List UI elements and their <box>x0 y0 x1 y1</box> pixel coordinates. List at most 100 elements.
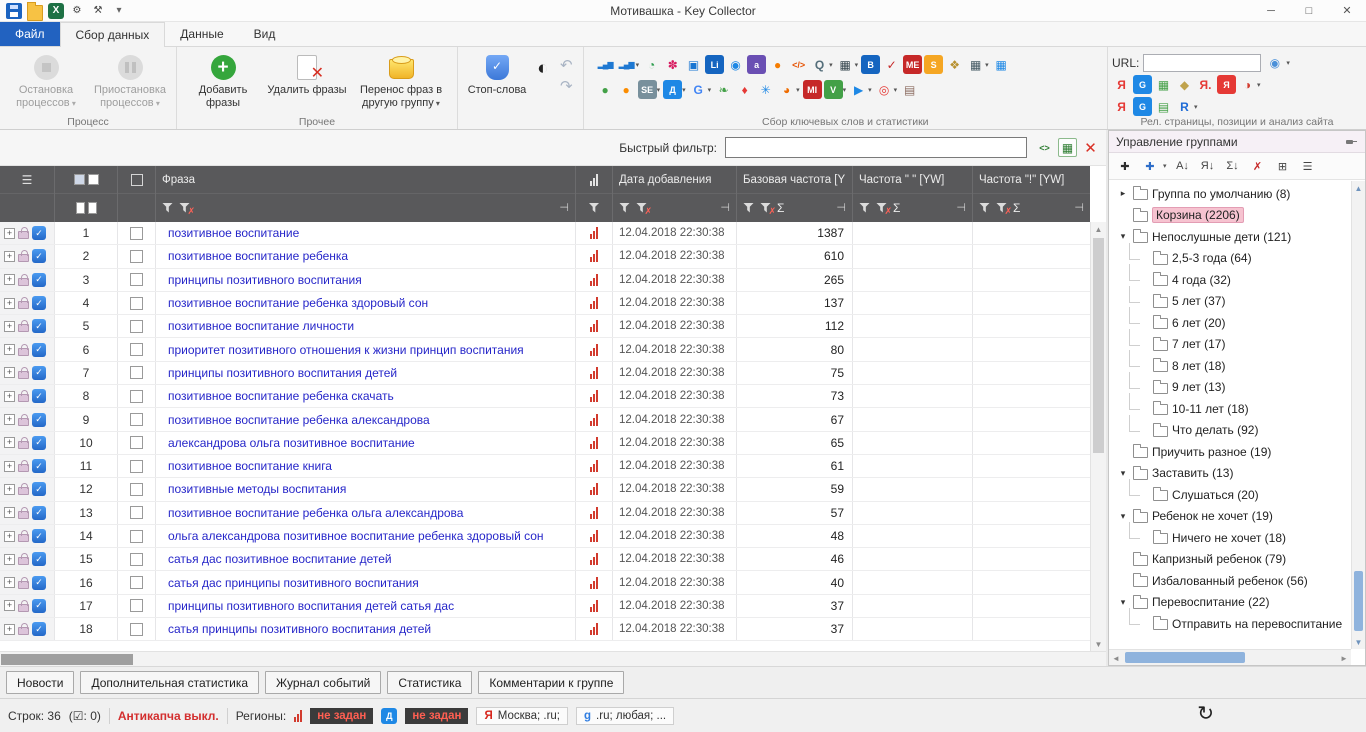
tree-down-arrow-icon[interactable]: ▾ <box>1117 511 1129 522</box>
dropdown-arrow-icon[interactable]: ▾ <box>868 86 872 94</box>
bottom-tab[interactable]: Журнал событий <box>265 671 382 694</box>
metrika-icon[interactable]: ● <box>596 80 615 99</box>
tree-down-arrow-icon[interactable]: ▾ <box>1117 597 1129 608</box>
kei-column-icon[interactable] <box>590 173 598 186</box>
table-row[interactable]: + ✓ 17 принципы позитивного воспитания де… <box>0 594 1090 619</box>
row-checkbox[interactable] <box>130 366 143 380</box>
column-pin-icon[interactable]: ⊣ <box>1074 201 1084 214</box>
row-lock-icon[interactable] <box>18 436 29 449</box>
filter-clear-icon[interactable]: ✗ <box>636 202 652 216</box>
refresh-spinner-icon[interactable]: ↻ <box>1197 704 1214 724</box>
firefox-icon[interactable]: ◕ <box>777 80 796 99</box>
scroll-left-icon[interactable]: ◄ <box>1109 650 1123 666</box>
maximize-button[interactable]: □ <box>1290 0 1328 21</box>
row-lock-icon[interactable] <box>18 460 29 473</box>
redo-icon[interactable]: ↷ <box>560 79 573 94</box>
phrase-cell[interactable]: позитивное воспитание <box>156 222 576 245</box>
pepper-icon[interactable]: ♦ <box>735 80 754 99</box>
bricks-icon[interactable]: ▤ <box>900 80 919 99</box>
row-expand-icon[interactable]: + <box>4 390 15 402</box>
table-row[interactable]: + ✓ 7 принципы позитивного воспитания дет… <box>0 361 1090 386</box>
group-item[interactable]: ▾ Ребенок не хочет (19) <box>1109 506 1365 528</box>
anticaptcha-status[interactable]: Антикапча выкл. <box>118 709 219 723</box>
phrase-cell[interactable]: принципы позитивного воспитания <box>156 268 576 291</box>
table-row[interactable]: + ✓ 12 позитивные методы воспитания 12.04… <box>0 478 1090 502</box>
row-mark-icon[interactable]: ✓ <box>32 575 46 590</box>
row-lock-icon[interactable] <box>18 366 29 379</box>
row-expand-icon[interactable]: + <box>4 437 15 449</box>
row-checkbox[interactable] <box>130 343 143 357</box>
globe-stats-icon[interactable]: ◉ <box>726 55 745 74</box>
table-row[interactable]: + ✓ 2 позитивное воспитание ребенка 12.04… <box>0 245 1090 269</box>
phrase-stats-icon[interactable] <box>590 576 598 589</box>
groups-vscrollbar[interactable]: ▲ ▼ <box>1351 181 1365 649</box>
group-item[interactable]: 7 лет (17) <box>1109 328 1365 356</box>
bottom-tab[interactable]: Комментарии к группе <box>478 671 625 694</box>
row-expand-icon[interactable]: + <box>4 274 15 286</box>
group-item[interactable]: Слушаться (20) <box>1109 479 1365 506</box>
filter-icon[interactable] <box>162 202 173 213</box>
phrase-cell[interactable]: сатья дас позитивное воспитание детей <box>156 548 576 571</box>
row-checkbox[interactable] <box>130 389 143 403</box>
scroll-down-icon[interactable]: ▼ <box>1091 637 1106 651</box>
yandex-box-icon[interactable]: Я <box>1217 75 1236 94</box>
row-checkbox[interactable] <box>130 436 143 450</box>
table-row[interactable]: + ✓ 13 позитивное воспитание ребенка ольг… <box>0 501 1090 525</box>
phrase-stats-icon[interactable] <box>590 599 598 612</box>
dropdown-arrow-icon[interactable]: ▾ <box>1286 59 1290 67</box>
megaindex-icon[interactable]: МЕ <box>903 55 923 74</box>
header-checkbox-icon[interactable] <box>130 173 143 186</box>
analytics-pie-icon[interactable]: ◔ <box>642 55 661 74</box>
group-item[interactable]: 4 года (32) <box>1109 264 1365 291</box>
row-expand-icon[interactable]: + <box>4 320 15 332</box>
target-icon[interactable]: ◎ <box>875 80 894 99</box>
phrase-stats-icon[interactable] <box>590 460 598 473</box>
pin-icon[interactable] <box>1346 137 1358 147</box>
row-lock-icon[interactable] <box>18 506 29 519</box>
green-pages-icon[interactable]: ▦ <box>1154 75 1173 94</box>
phrase-cell[interactable]: александрова ольга позитивное воспитание <box>156 431 576 454</box>
undo-icon[interactable]: ↶ <box>560 58 573 73</box>
row-lock-icon[interactable] <box>18 273 29 286</box>
group-item[interactable]: ▾ Перевоспитание (22) <box>1109 592 1365 614</box>
wordstat-region-value[interactable]: не задан <box>310 707 374 724</box>
group-item[interactable]: ▸ Группа по умолчанию (8) <box>1109 183 1365 205</box>
row-lock-icon[interactable] <box>18 553 29 566</box>
spywords-icon[interactable]: S <box>924 55 944 74</box>
col-base-freq-label[interactable]: Базовая частота [Y <box>743 174 845 186</box>
dropdown-arrow-icon[interactable]: ▾ <box>636 61 640 69</box>
regex-filter-icon[interactable]: <> <box>1035 138 1054 157</box>
group-item[interactable]: Избалованный ребенок (56) <box>1109 570 1365 592</box>
row-expand-icon[interactable]: + <box>4 530 15 542</box>
col-date-label[interactable]: Дата добавления <box>619 174 711 186</box>
phrase-stats-icon[interactable] <box>590 506 598 519</box>
row-checkbox[interactable] <box>130 273 143 287</box>
row-mark-icon[interactable]: ✓ <box>32 622 46 637</box>
row-checkbox[interactable] <box>130 459 143 473</box>
col-quote-freq-label[interactable]: Частота " " [YW] <box>859 174 944 186</box>
row-lock-icon[interactable] <box>18 320 29 333</box>
row-expand-icon[interactable]: + <box>4 460 15 472</box>
phrase-stats-icon[interactable] <box>590 227 598 240</box>
scroll-up-icon[interactable]: ▲ <box>1352 181 1365 195</box>
row-checkbox[interactable] <box>130 506 143 520</box>
phrase-stats-icon[interactable] <box>590 390 598 403</box>
phrase-cell[interactable]: сатья дас принципы позитивного воспитани… <box>156 571 576 594</box>
row-lock-icon[interactable] <box>18 576 29 589</box>
sum-icon[interactable]: Σ <box>777 201 784 215</box>
column-pin-icon[interactable]: ⊣ <box>720 201 730 214</box>
snapshot-icon[interactable]: ▦ <box>836 55 855 74</box>
quick-access-dropdown-icon[interactable]: ▾ <box>111 3 127 19</box>
groups-hscrollbar[interactable]: ◄ ► <box>1109 649 1351 665</box>
column-pin-icon[interactable]: ⊣ <box>559 201 569 214</box>
sum-icon[interactable]: Σ <box>1013 201 1020 215</box>
filter-icon[interactable] <box>619 202 630 213</box>
photos-icon[interactable]: ▣ <box>684 55 703 74</box>
hscroll-thumb[interactable] <box>1 654 133 665</box>
row-mark-icon[interactable]: ✓ <box>32 389 46 404</box>
filter-clear-icon[interactable]: ✗ <box>996 202 1012 216</box>
deselect-all-icon[interactable] <box>87 174 99 185</box>
phrase-cell[interactable]: позитивное воспитание ребенка скачать <box>156 385 576 408</box>
row-expand-icon[interactable]: + <box>4 600 15 612</box>
tree-down-arrow-icon[interactable]: ▾ <box>1117 468 1129 479</box>
